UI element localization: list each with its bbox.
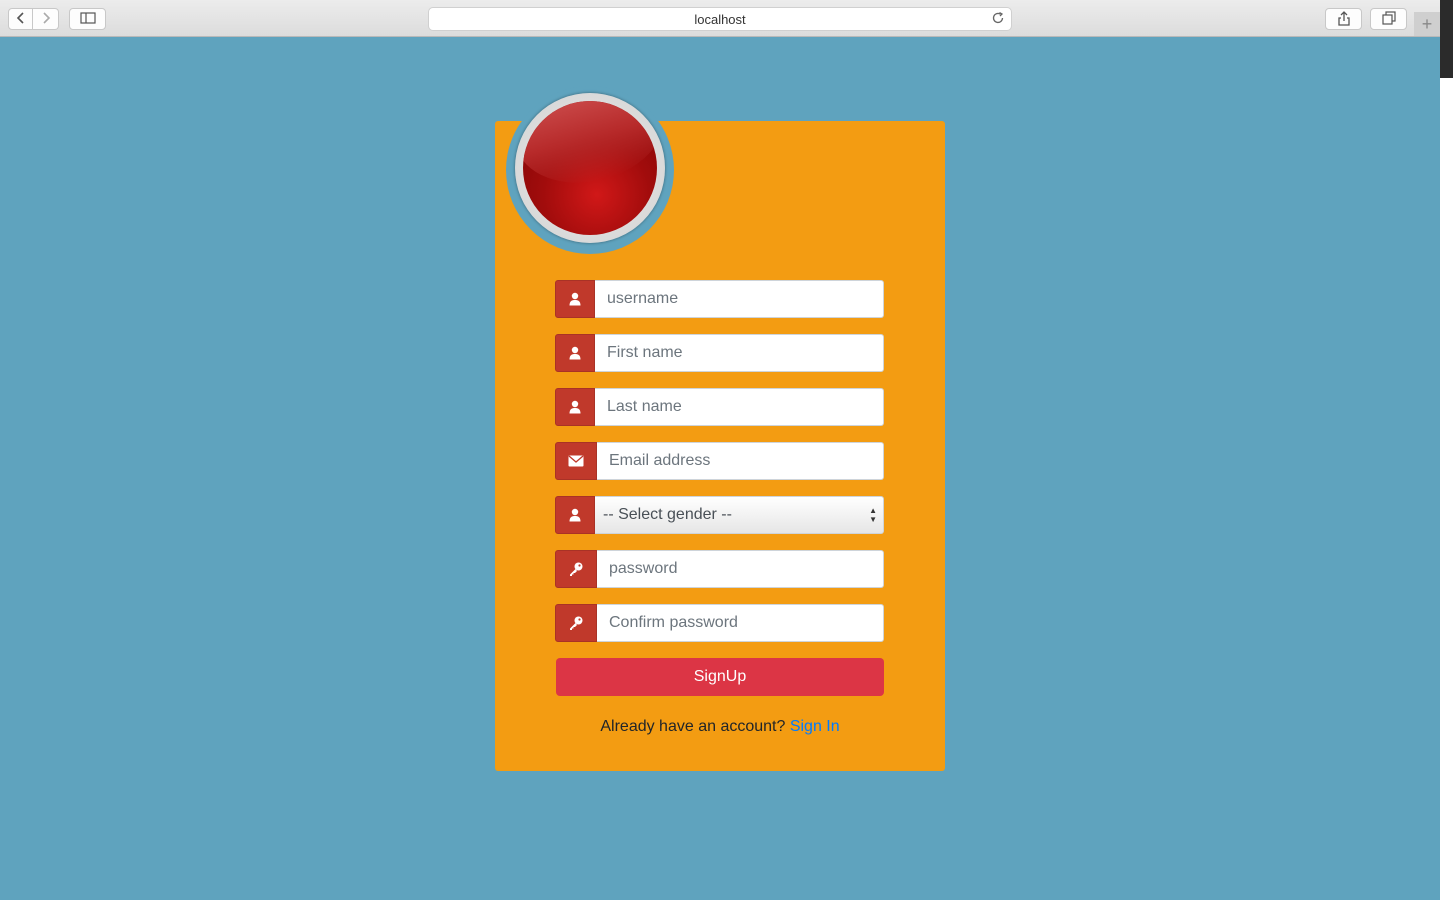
email-input[interactable]: Email address (597, 442, 884, 480)
email-row: Email address (555, 442, 885, 480)
user-icon (555, 388, 595, 426)
forward-button[interactable] (33, 8, 59, 30)
confirm-password-input[interactable]: Confirm password (597, 604, 884, 642)
gender-selected-value: -- Select gender -- (603, 506, 732, 523)
user-icon (555, 334, 595, 372)
back-button[interactable] (8, 8, 33, 30)
new-tab-button[interactable]: + (1414, 12, 1440, 36)
user-icon (555, 280, 595, 318)
tabs-overview-button[interactable] (1370, 8, 1407, 30)
username-row: username (555, 280, 885, 318)
first-name-input[interactable]: First name (595, 334, 884, 372)
plus-icon: + (1421, 13, 1433, 34)
tabs-overview-icon (1381, 11, 1396, 27)
signin-link[interactable]: Sign In (790, 718, 840, 735)
sidebar-button[interactable] (69, 8, 106, 30)
username-input[interactable]: username (595, 280, 884, 318)
share-icon (1337, 10, 1350, 28)
confirm-password-row: Confirm password (555, 604, 885, 642)
reload-icon[interactable] (991, 11, 1005, 28)
logo-gloss (523, 101, 657, 200)
logo-image (515, 93, 665, 243)
first-name-row: First name (555, 334, 885, 372)
select-arrows-icon: ▲ ▼ (869, 506, 877, 524)
user-icon (555, 496, 595, 534)
sidebar-icon (79, 12, 96, 26)
password-row: password (555, 550, 885, 588)
chevron-right-icon (41, 12, 51, 26)
browser-toolbar: localhost + (0, 0, 1453, 37)
gender-row: -- Select gender -- ▲ ▼ (555, 496, 885, 534)
signin-prompt-line: Already have an account? Sign In (495, 718, 945, 736)
share-button[interactable] (1325, 8, 1362, 30)
gender-select[interactable]: -- Select gender -- ▲ ▼ (595, 496, 884, 534)
password-input[interactable]: password (597, 550, 884, 588)
chevron-left-icon (16, 12, 26, 26)
signin-prompt-text: Already have an account? (600, 718, 786, 735)
key-icon (555, 604, 597, 642)
envelope-icon (555, 442, 597, 480)
last-name-input[interactable]: Last name (595, 388, 884, 426)
address-bar[interactable]: localhost (428, 7, 1012, 31)
key-icon (555, 550, 597, 588)
signup-button[interactable]: SignUp (556, 658, 884, 696)
url-text: localhost (694, 11, 746, 27)
logo-red-button (523, 101, 657, 235)
last-name-row: Last name (555, 388, 885, 426)
scrollbar[interactable] (1440, 0, 1453, 78)
